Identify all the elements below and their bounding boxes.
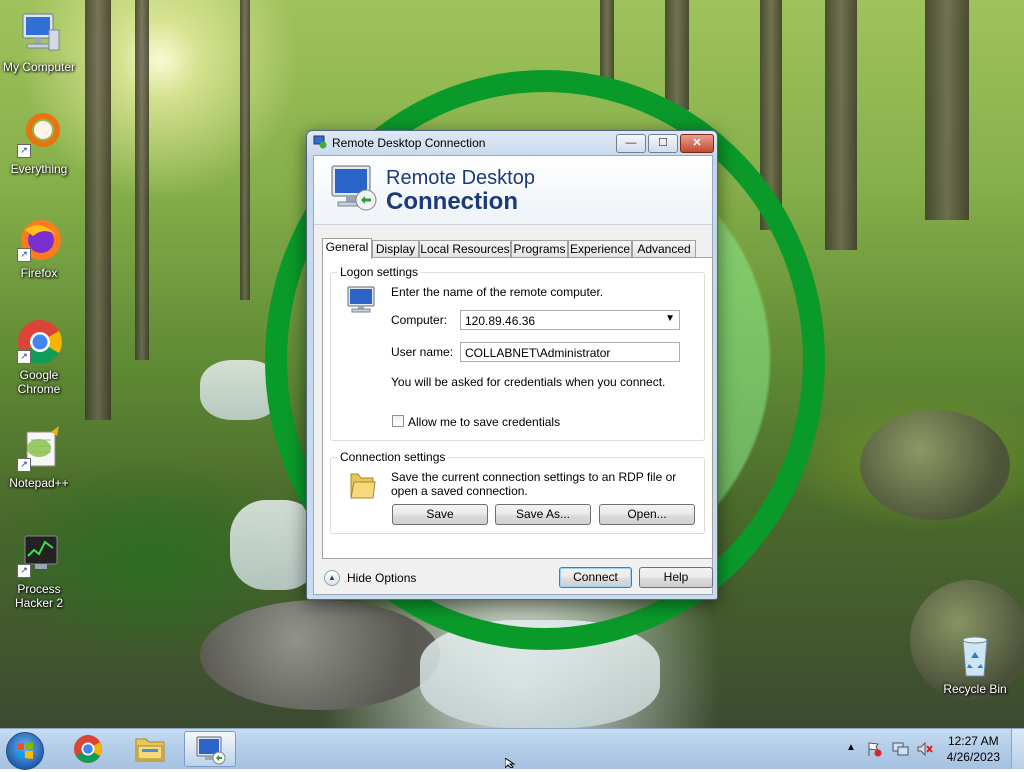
remote-desktop-monitor-icon — [328, 164, 380, 214]
tree-trunk — [825, 0, 857, 250]
tree-trunk — [925, 0, 969, 220]
banner-title-line1: Remote Desktop — [386, 167, 535, 189]
computer-label: Computer: — [391, 313, 448, 327]
rock — [200, 600, 440, 710]
taskbar-remote-desktop[interactable] — [184, 731, 236, 767]
mossy-rock — [860, 410, 1010, 520]
desktop-icon-firefox[interactable]: ↗ Firefox — [0, 216, 78, 280]
tab-advanced[interactable]: Advanced — [632, 240, 696, 258]
desktop-icon-recycle-bin[interactable]: Recycle Bin — [936, 632, 1014, 696]
username-value: COLLABNET\Administrator — [465, 346, 611, 360]
tab-general[interactable]: General — [322, 238, 372, 259]
minimize-button[interactable]: — — [616, 134, 646, 153]
shortcut-arrow-icon: ↗ — [17, 248, 31, 262]
recycle-bin-icon — [951, 632, 999, 680]
action-center-flag-icon[interactable] — [866, 741, 882, 760]
windows-logo-icon — [17, 742, 33, 759]
mouse-cursor-icon — [505, 758, 516, 768]
connect-button[interactable]: Connect — [559, 567, 632, 588]
desktop-icon-notepadpp[interactable]: ↗ Notepad++ — [0, 426, 78, 490]
system-clock[interactable]: 12:27 AM 4/26/2023 — [947, 733, 1000, 765]
chevron-down-icon[interactable]: ▼ — [665, 313, 675, 324]
help-button[interactable]: Help — [639, 567, 713, 588]
save-credentials-label[interactable]: Allow me to save credentials — [408, 415, 560, 429]
save-button[interactable]: Save — [392, 504, 488, 525]
window-title: Remote Desktop Connection — [332, 136, 486, 150]
desktop-icon-label: Google Chrome — [17, 368, 61, 396]
desktop-icon-process-hacker[interactable]: ↗ Process Hacker 2 — [0, 532, 78, 610]
tab-experience[interactable]: Experience — [568, 240, 632, 258]
computer-combobox[interactable]: 120.89.46.36 ▼ — [460, 310, 680, 330]
connection-settings-legend: Connection settings — [340, 450, 446, 464]
tray-expand-icon[interactable]: ▲ — [846, 742, 856, 753]
process-hacker-icon: ↗ — [15, 532, 63, 580]
desktop-icon-label: Firefox — [20, 266, 58, 280]
shortcut-arrow-icon: ↗ — [17, 144, 31, 158]
shortcut-arrow-icon: ↗ — [17, 564, 31, 578]
logon-prompt: Enter the name of the remote computer. — [391, 285, 604, 299]
banner-title-line2: Connection — [386, 188, 518, 215]
general-tab-panel: Logon settings Enter the name of the rem… — [322, 257, 713, 559]
maximize-button[interactable]: ☐ — [648, 134, 678, 153]
desktop-icon-label: Recycle Bin — [943, 682, 1007, 696]
desktop-icon-everything[interactable]: ↗ Everything — [0, 112, 78, 176]
tab-programs[interactable]: Programs — [511, 240, 568, 258]
tree-trunk — [665, 0, 689, 110]
username-field[interactable]: COLLABNET\Administrator — [460, 342, 680, 362]
tab-display[interactable]: Display — [372, 240, 419, 258]
username-label: User name: — [391, 345, 454, 359]
remote-desktop-icon — [313, 135, 327, 149]
banner: Remote Desktop Connection — [314, 156, 712, 225]
network-icon[interactable] — [892, 741, 910, 760]
desktop-icon-label: Notepad++ — [9, 476, 69, 490]
hide-options-label[interactable]: Hide Options — [347, 571, 416, 585]
chrome-icon: ↗ — [15, 318, 63, 366]
remote-desktop-icon — [196, 736, 226, 765]
folder-icon — [348, 470, 376, 502]
computer-icon — [15, 10, 63, 58]
taskbar-file-explorer[interactable] — [124, 731, 176, 767]
window-client-area: Remote Desktop Connection General Displa… — [313, 155, 713, 595]
chrome-icon — [74, 735, 102, 763]
shortcut-arrow-icon: ↗ — [17, 458, 31, 472]
tree-trunk — [85, 0, 111, 420]
notepadpp-icon: ↗ — [15, 426, 63, 474]
computer-value: 120.89.46.36 — [465, 314, 536, 328]
volume-muted-icon[interactable] — [916, 741, 934, 760]
desktop-icon-my-computer[interactable]: My Computer — [0, 10, 78, 74]
firefox-icon: ↗ — [15, 216, 63, 264]
show-desktop-button[interactable] — [1011, 729, 1024, 769]
clock-date: 4/26/2023 — [946, 750, 1000, 764]
tree-trunk — [240, 0, 250, 300]
shortcut-arrow-icon: ↗ — [17, 350, 31, 364]
desktop-icon-label: Everything — [10, 162, 68, 176]
chevron-up-icon[interactable]: ▲ — [324, 570, 340, 586]
save-credentials-checkbox[interactable] — [392, 415, 404, 427]
clock-time: 12:27 AM — [947, 734, 999, 748]
title-bar[interactable]: Remote Desktop Connection — ☐ ✕ — [307, 131, 717, 155]
computer-monitor-icon — [346, 286, 378, 314]
taskbar-chrome[interactable] — [62, 731, 114, 767]
tree-trunk — [135, 0, 149, 360]
tab-local-resources[interactable]: Local Resources — [419, 240, 511, 258]
file-explorer-icon — [135, 738, 165, 762]
remote-desktop-window[interactable]: Remote Desktop Connection — ☐ ✕ Remote D… — [306, 130, 718, 600]
desktop-icon-chrome[interactable]: ↗ Google Chrome — [0, 318, 78, 396]
logon-settings-legend: Logon settings — [340, 265, 419, 279]
connection-description: Save the current connection settings to … — [391, 470, 677, 498]
everything-search-icon: ↗ — [15, 112, 63, 160]
open-button[interactable]: Open... — [599, 504, 695, 525]
close-button[interactable]: ✕ — [680, 134, 714, 153]
desktop-icon-label: Process Hacker 2 — [14, 582, 64, 610]
save-as-button[interactable]: Save As... — [495, 504, 591, 525]
start-button[interactable] — [6, 732, 44, 770]
desktop-icon-label: My Computer — [2, 60, 76, 74]
credentials-note: You will be asked for credentials when y… — [391, 375, 666, 389]
